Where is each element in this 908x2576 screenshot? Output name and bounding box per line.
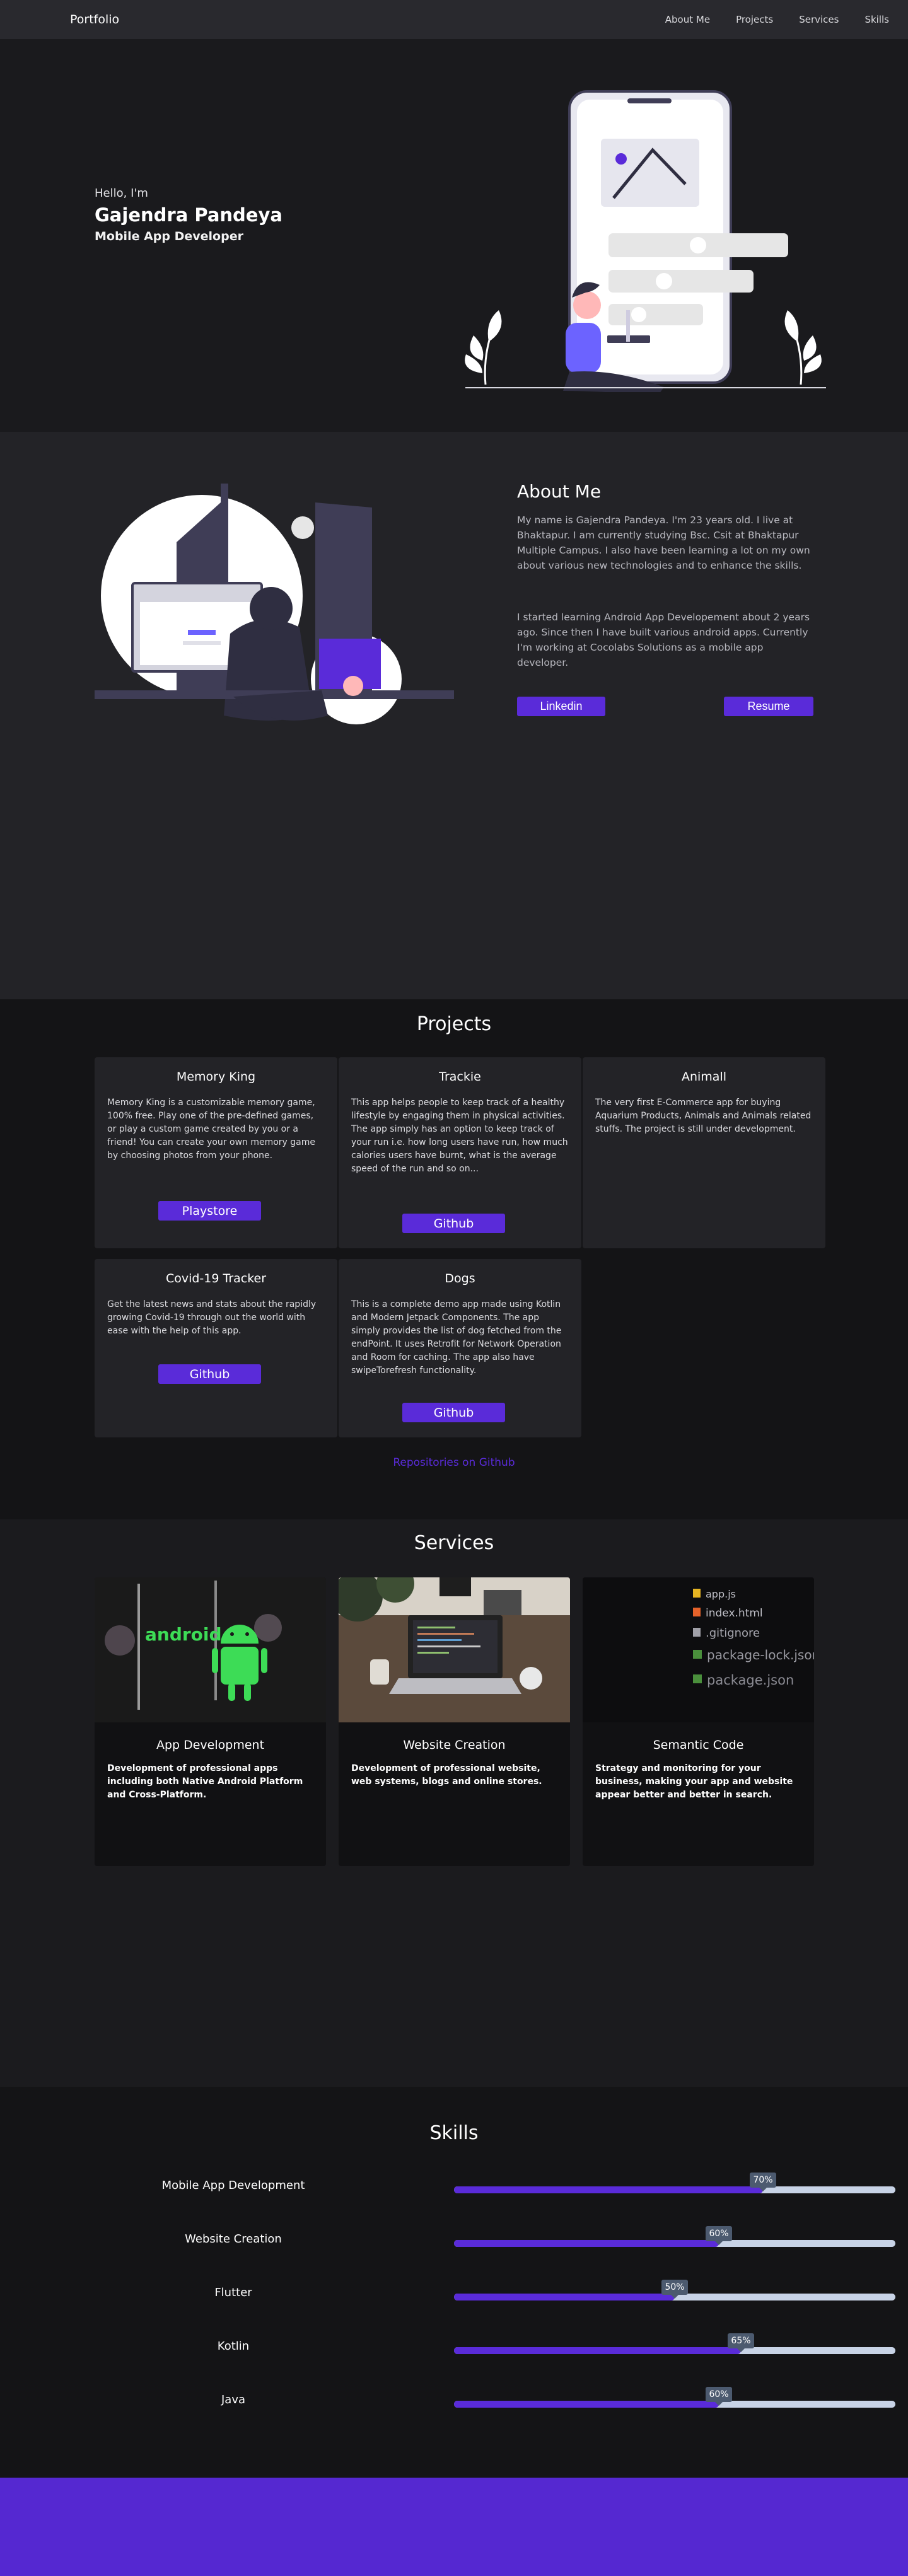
skill-row: Java 60% bbox=[0, 2387, 908, 2415]
project-description: This app helps people to keep track of a… bbox=[351, 1098, 568, 1174]
skill-progress-track: 65% bbox=[454, 2333, 895, 2354]
skill-row: Kotlin 65% bbox=[0, 2333, 908, 2361]
about-illustration bbox=[95, 484, 454, 724]
playstore-button[interactable]: Playstore bbox=[158, 1201, 261, 1221]
project-card: Trackie This app helps people to keep tr… bbox=[339, 1057, 581, 1248]
hero-role: Mobile App Developer bbox=[95, 229, 243, 243]
github-button[interactable]: Github bbox=[158, 1364, 261, 1384]
top-navbar: Portfolio About Me Projects Services Ski… bbox=[0, 0, 908, 39]
skill-progress-track: 60% bbox=[454, 2226, 895, 2247]
project-description: Memory King is a customizable memory gam… bbox=[107, 1098, 316, 1161]
hero-greeting: Hello, I'm bbox=[95, 187, 148, 200]
svg-text:package-lock.json: package-lock.json bbox=[707, 1647, 814, 1662]
skill-name: Mobile App Development bbox=[161, 2179, 305, 2192]
skill-progress-track: 50% bbox=[454, 2280, 895, 2300]
skill-percent-tooltip: 70% bbox=[750, 2173, 776, 2191]
nav-link-projects[interactable]: Projects bbox=[736, 14, 773, 25]
skill-row: Website Creation 60% bbox=[0, 2226, 908, 2254]
projects-section: Projects Memory King Memory King is a cu… bbox=[0, 999, 908, 1519]
project-title: Trackie bbox=[439, 1070, 481, 1084]
skill-progress-fill bbox=[454, 2240, 719, 2247]
service-card: Website Creation Development of professi… bbox=[339, 1577, 570, 1866]
hero-illustration bbox=[465, 90, 826, 392]
skill-percent-tooltip: 50% bbox=[661, 2280, 688, 2299]
about-paragraph-2: I started learning Android App Developem… bbox=[517, 612, 810, 668]
skill-name: Website Creation bbox=[185, 2232, 282, 2246]
nav-link-services[interactable]: Services bbox=[799, 14, 839, 25]
footer bbox=[0, 2478, 908, 2576]
projects-title: Projects bbox=[416, 1013, 492, 1035]
skill-progress-track: 60% bbox=[454, 2387, 895, 2408]
skill-progress-fill bbox=[454, 2294, 675, 2300]
project-title: Covid-19 Tracker bbox=[165, 1272, 267, 1285]
about-section: About Me My name is Gajendra Pandeya. I'… bbox=[0, 432, 908, 999]
svg-text:index.html: index.html bbox=[706, 1607, 763, 1620]
nav-link-skills[interactable]: Skills bbox=[864, 14, 889, 25]
project-card: Memory King Memory King is a customizabl… bbox=[95, 1057, 337, 1248]
skill-name: Flutter bbox=[214, 2286, 252, 2299]
brand-logo[interactable]: Portfolio bbox=[70, 13, 119, 26]
project-title: Memory King bbox=[176, 1070, 256, 1084]
svg-text:.gitignore: .gitignore bbox=[706, 1627, 760, 1640]
project-card: Covid-19 Tracker Get the latest news and… bbox=[95, 1259, 337, 1437]
svg-text:app.js: app.js bbox=[706, 1588, 736, 1600]
project-description: The very first E-Commerce app for buying… bbox=[595, 1098, 812, 1134]
project-card: Animall The very first E-Commerce app fo… bbox=[583, 1057, 825, 1248]
service-title: App Development bbox=[156, 1738, 265, 1752]
about-title: About Me bbox=[517, 481, 602, 502]
skill-percent-tooltip: 60% bbox=[706, 2226, 732, 2245]
svg-text:package.json: package.json bbox=[707, 1673, 794, 1688]
service-title: Semantic Code bbox=[653, 1738, 744, 1752]
project-description: Get the latest news and stats about the … bbox=[107, 1299, 317, 1336]
github-repositories-link[interactable]: Repositories on Github bbox=[0, 1456, 908, 1469]
skill-name: Kotlin bbox=[217, 2340, 250, 2353]
skill-name: Java bbox=[221, 2393, 246, 2406]
skill-row: Flutter 50% bbox=[0, 2280, 908, 2307]
resume-button[interactable]: Resume bbox=[724, 697, 813, 716]
skill-percent-tooltip: 65% bbox=[727, 2333, 754, 2352]
services-section: Services android App Development Develop… bbox=[0, 1519, 908, 2087]
android-image: android bbox=[95, 1577, 326, 1722]
service-title: Website Creation bbox=[403, 1738, 506, 1752]
service-card: android App Development Development of p… bbox=[95, 1577, 326, 1866]
skill-percent-tooltip: 60% bbox=[706, 2387, 732, 2406]
project-title: Animall bbox=[681, 1070, 727, 1084]
skill-progress-track: 70% bbox=[454, 2173, 895, 2193]
github-button[interactable]: Github bbox=[402, 1214, 505, 1233]
github-button[interactable]: Github bbox=[402, 1403, 505, 1422]
service-description: Development of professional website, web… bbox=[351, 1763, 542, 1787]
skill-progress-fill bbox=[454, 2186, 763, 2193]
nav-link-about[interactable]: About Me bbox=[665, 14, 710, 25]
linkedin-button[interactable]: Linkedin bbox=[517, 697, 605, 716]
service-description: Development of professional apps includi… bbox=[107, 1763, 303, 1800]
service-card: app.js index.html .gitignore package-loc… bbox=[583, 1577, 814, 1866]
nav-links: About Me Projects Services Skills bbox=[639, 14, 889, 25]
about-paragraph-1: My name is Gajendra Pandeya. I'm 23 year… bbox=[517, 514, 810, 571]
laptop-desk-image bbox=[339, 1577, 570, 1722]
project-title: Dogs bbox=[445, 1272, 475, 1285]
skill-row: Mobile App Development 70% bbox=[0, 2173, 908, 2200]
service-description: Strategy and monitoring for your busines… bbox=[595, 1763, 793, 1800]
project-card: Dogs This is a complete demo app made us… bbox=[339, 1259, 581, 1437]
hero-name: Gajendra Pandeya bbox=[95, 204, 282, 226]
hero-section: Hello, I'm Gajendra Pandeya Mobile App D… bbox=[0, 39, 908, 432]
android-wordmark: android bbox=[145, 1624, 222, 1645]
services-title: Services bbox=[414, 1532, 494, 1554]
project-description: This is a complete demo app made using K… bbox=[351, 1299, 562, 1376]
skills-section: Skills Mobile App Development 70% Website … bbox=[0, 2087, 908, 2478]
skills-title: Skills bbox=[429, 2122, 479, 2144]
skill-progress-fill bbox=[454, 2347, 741, 2354]
code-files-image: app.js index.html .gitignore package-loc… bbox=[583, 1577, 814, 1722]
skill-progress-fill bbox=[454, 2401, 719, 2408]
